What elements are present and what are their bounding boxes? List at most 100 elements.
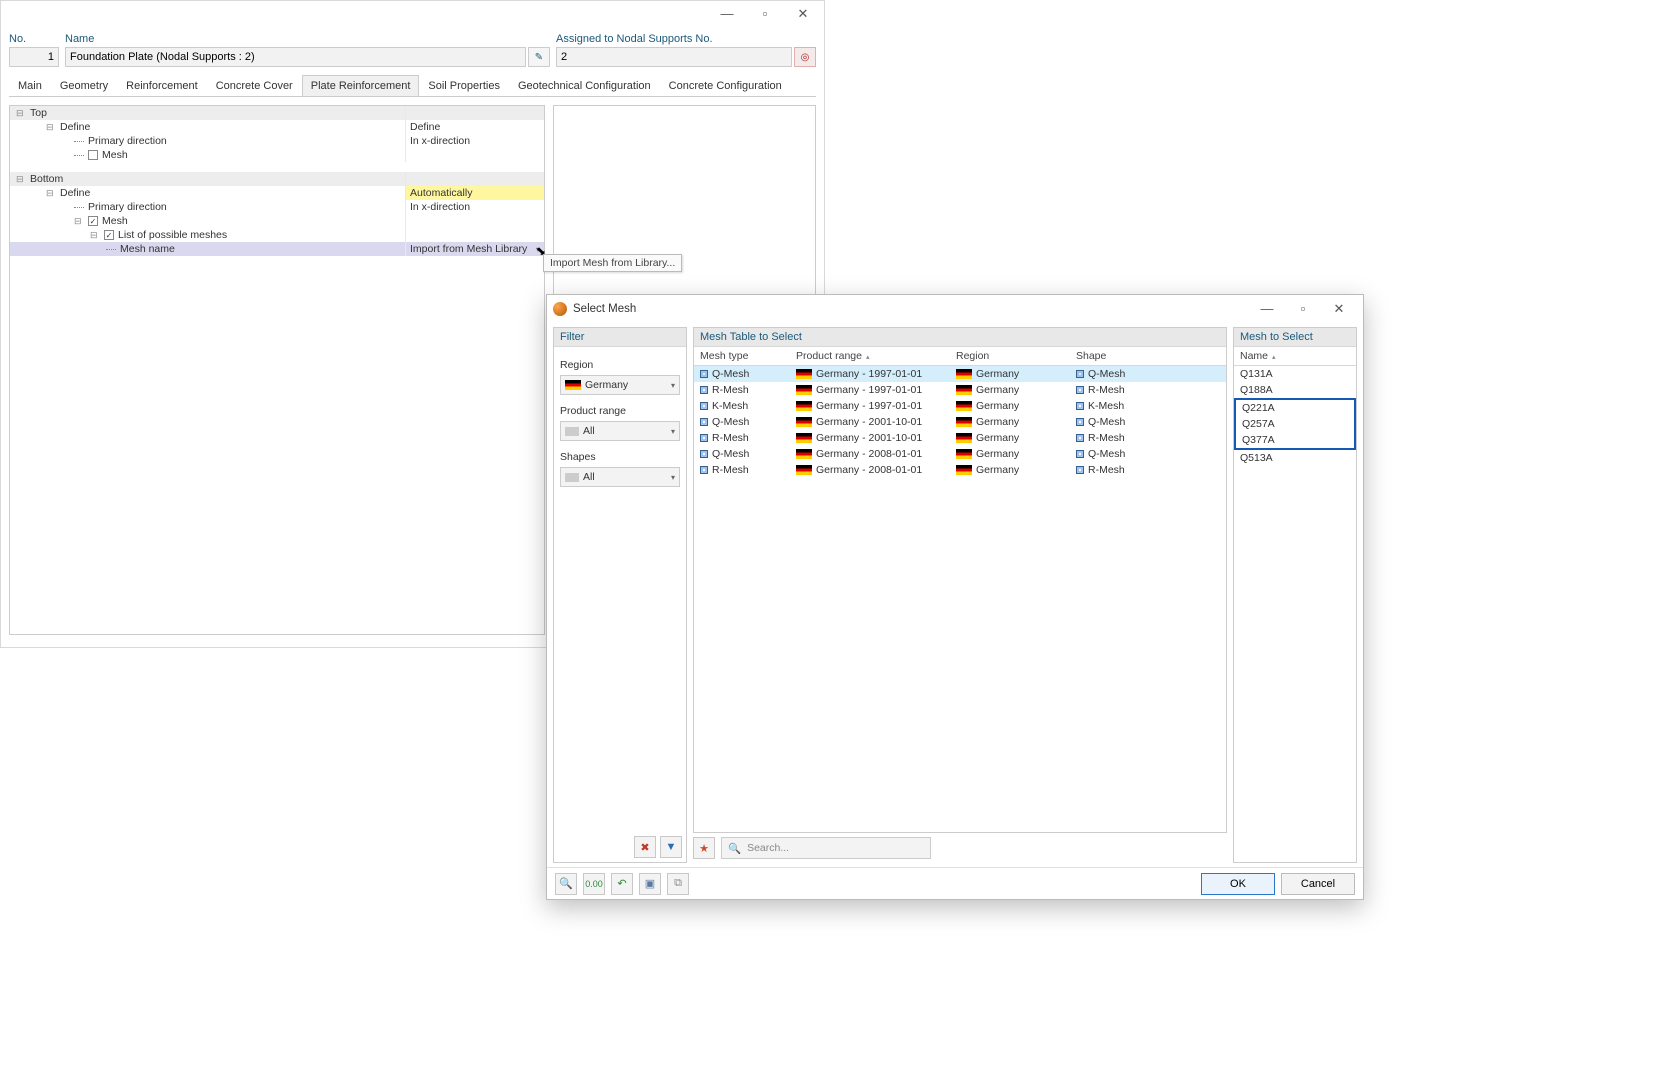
dialog-titlebar[interactable]: Select Mesh — ▫ ✕ (547, 295, 1363, 323)
col-mesh-type[interactable]: Mesh type (694, 347, 790, 365)
search-icon: 🔍 (559, 877, 573, 890)
collapse-icon: ⊟ (46, 188, 56, 199)
tree-section-top[interactable]: ⊟Top (10, 106, 544, 120)
chevron-down-icon: ▾ (671, 381, 675, 390)
swatch-icon (565, 427, 579, 436)
dialog-footer: 🔍 0.00 ↶ ▣ ⧉ OK Cancel (547, 867, 1363, 899)
mesh-top-checkbox[interactable] (88, 150, 98, 160)
col-shape[interactable]: Shape (1070, 347, 1226, 365)
ok-button[interactable]: OK (1201, 873, 1275, 895)
tab-reinforcement[interactable]: Reinforcement (117, 75, 207, 96)
tree-row-mesh-name[interactable]: Mesh name Import from Mesh Library▾ (10, 242, 544, 256)
product-range-combo[interactable]: All▾ (560, 421, 680, 441)
germany-flag-icon (956, 401, 972, 411)
tree-row-primary-dir-bottom[interactable]: Primary direction In x-direction (10, 200, 544, 214)
list-possible-checkbox[interactable] (104, 230, 114, 240)
tab-plate-reinforcement[interactable]: Plate Reinforcement (302, 75, 420, 96)
maximize-button[interactable]: ▫ (748, 3, 782, 25)
export-icon: ↶ (617, 877, 626, 890)
mesh-table-columns: Mesh type Product range▴ Region Shape (694, 347, 1226, 366)
collapse-icon: ⊟ (46, 122, 56, 133)
edit-name-button[interactable]: ✎ (528, 47, 550, 67)
units-button[interactable]: 0.00 (583, 873, 605, 895)
cancel-button[interactable]: Cancel (1281, 873, 1355, 895)
main-titlebar: — ▫ ✕ (1, 1, 824, 27)
table-row[interactable]: K-MeshGermany - 1997-01-01GermanyK-Mesh (694, 398, 1226, 414)
list-item[interactable]: Q513A (1234, 450, 1356, 466)
mesh-icon (700, 434, 708, 442)
mesh-table-panel: Mesh Table to Select Mesh type Product r… (693, 327, 1227, 833)
dialog-minimize-button[interactable]: — (1249, 297, 1285, 321)
property-tree: ⊟Top ⊟Define Define Primary direction In… (9, 105, 545, 635)
tab-concrete-config[interactable]: Concrete Configuration (660, 75, 791, 96)
no-input[interactable] (9, 47, 59, 67)
name-input[interactable] (65, 47, 526, 67)
export-button[interactable]: ↶ (611, 873, 633, 895)
tree-row-list-possible[interactable]: ⊟List of possible meshes (10, 228, 544, 242)
select-mesh-dialog: Select Mesh — ▫ ✕ Filter Region Germany▾… (546, 294, 1364, 900)
mesh-name-combo[interactable]: Import from Mesh Library▾ (406, 242, 544, 256)
tree-row-mesh-top[interactable]: Mesh (10, 148, 544, 162)
mesh-bottom-checkbox[interactable] (88, 216, 98, 226)
tree-section-bottom[interactable]: ⊟Bottom (10, 172, 544, 186)
close-button[interactable]: ✕ (786, 3, 820, 25)
tab-concrete-cover[interactable]: Concrete Cover (207, 75, 302, 96)
dialog-maximize-button[interactable]: ▫ (1285, 297, 1321, 321)
germany-flag-icon (956, 433, 972, 443)
favorites-button[interactable]: ★ (693, 837, 715, 859)
list-item[interactable]: Q257A (1236, 416, 1354, 432)
table-row[interactable]: R-MeshGermany - 2001-10-01GermanyR-Mesh (694, 430, 1226, 446)
copy-button[interactable]: ⧉ (667, 873, 689, 895)
list-item[interactable]: Q377A (1236, 432, 1354, 448)
chevron-down-icon: ▾ (536, 245, 540, 254)
table-row[interactable]: Q-MeshGermany - 1997-01-01GermanyQ-Mesh (694, 366, 1226, 382)
region-combo[interactable]: Germany▾ (560, 375, 680, 395)
germany-flag-icon (956, 369, 972, 379)
tab-main[interactable]: Main (9, 75, 51, 96)
minimize-button[interactable]: — (710, 3, 744, 25)
tooltip: Import Mesh from Library... (543, 254, 682, 272)
zoom-button[interactable]: 🔍 (555, 873, 577, 895)
table-row[interactable]: R-MeshGermany - 2008-01-01GermanyR-Mesh (694, 462, 1226, 478)
assigned-input[interactable] (556, 47, 792, 67)
tree-row-mesh-bottom[interactable]: ⊟Mesh (10, 214, 544, 228)
col-product-range[interactable]: Product range▴ (790, 347, 950, 365)
product-range-label: Product range (560, 405, 680, 417)
col-name[interactable]: Name▴ (1234, 347, 1356, 365)
shapes-label: Shapes (560, 451, 680, 463)
mesh-icon (700, 418, 708, 426)
tree-row-primary-dir-top[interactable]: Primary direction In x-direction (10, 134, 544, 148)
tab-geometry[interactable]: Geometry (51, 75, 117, 96)
dialog-close-button[interactable]: ✕ (1321, 297, 1357, 321)
search-input[interactable]: 🔍Search... (721, 837, 931, 859)
table-row[interactable]: Q-MeshGermany - 2001-10-01GermanyQ-Mesh (694, 414, 1226, 430)
tree-row-define-bottom[interactable]: ⊟Define Automatically (10, 186, 544, 200)
mesh-icon (1076, 402, 1084, 410)
table-row[interactable]: Q-MeshGermany - 2008-01-01GermanyQ-Mesh (694, 446, 1226, 462)
collapse-icon: ⊟ (74, 216, 84, 227)
pick-support-button[interactable]: ◎ (794, 47, 816, 67)
sort-asc-icon: ▴ (1272, 354, 1276, 361)
tree-row-define-top[interactable]: ⊟Define Define (10, 120, 544, 134)
list-item[interactable]: Q131A (1234, 366, 1356, 382)
germany-flag-icon (796, 385, 812, 395)
list-item[interactable]: Q221A (1236, 400, 1354, 416)
apply-filter-button[interactable]: ▼ (660, 836, 682, 858)
filter-icon: ▼ (666, 841, 677, 853)
tab-geotechnical-config[interactable]: Geotechnical Configuration (509, 75, 660, 96)
filter-panel: Filter Region Germany▾ Product range All… (553, 327, 687, 863)
mesh-table-header: Mesh Table to Select (694, 328, 1226, 347)
mesh-icon (700, 402, 708, 410)
table-row[interactable]: R-MeshGermany - 1997-01-01GermanyR-Mesh (694, 382, 1226, 398)
tab-soil-properties[interactable]: Soil Properties (419, 75, 509, 96)
list-item[interactable]: Q188A (1234, 382, 1356, 398)
germany-flag-icon (956, 465, 972, 475)
clear-filter-button[interactable]: ✖ (634, 836, 656, 858)
property-tabs: Main Geometry Reinforcement Concrete Cov… (9, 75, 816, 97)
germany-flag-icon (796, 449, 812, 459)
save-button[interactable]: ▣ (639, 873, 661, 895)
shapes-combo[interactable]: All▾ (560, 467, 680, 487)
region-label: Region (560, 359, 680, 371)
col-region[interactable]: Region (950, 347, 1070, 365)
chevron-down-icon: ▾ (671, 473, 675, 482)
